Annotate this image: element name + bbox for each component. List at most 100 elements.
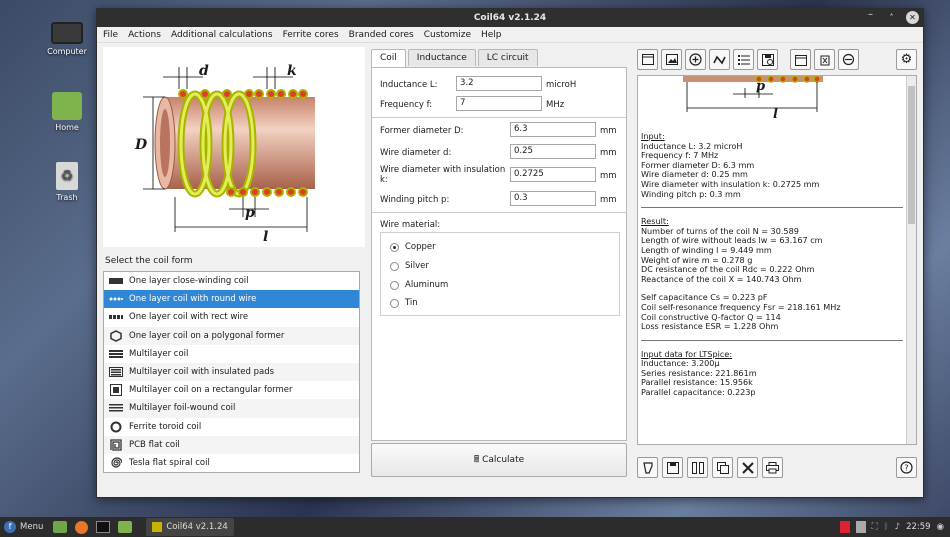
menu-branded-cores[interactable]: Branded cores bbox=[349, 30, 414, 40]
calculate-button[interactable]: 🖩 Calculate bbox=[371, 443, 627, 477]
taskbar: f Menu Coil64 v2.1.24 ⛶ ᛒ ♪ 22:59 ◉ bbox=[0, 517, 950, 537]
radio-tin[interactable]: Tin bbox=[390, 298, 418, 308]
scrollbar-thumb[interactable] bbox=[908, 86, 915, 224]
files-icon[interactable] bbox=[118, 521, 133, 533]
radio-aluminum[interactable]: Aluminum bbox=[390, 280, 448, 290]
clock[interactable]: 22:59 bbox=[906, 522, 931, 532]
frequency-label: Frequency f: bbox=[380, 100, 433, 110]
round-wire-icon bbox=[109, 294, 123, 305]
result-line: Winding pitch p: 0.3 mm bbox=[641, 188, 741, 199]
coil-form-item[interactable]: One layer coil with round wire bbox=[104, 290, 359, 309]
menubar: File Actions Additional calculations Fer… bbox=[97, 27, 923, 43]
inductance-label: Inductance L: bbox=[380, 80, 438, 90]
wire-insulation-input[interactable]: 0.2725 bbox=[510, 167, 596, 182]
calendar-icon[interactable] bbox=[790, 49, 811, 70]
tab-lc-circuit[interactable]: LC circuit bbox=[477, 49, 538, 66]
radio-dot bbox=[390, 280, 399, 290]
diagram-label-d: d bbox=[199, 63, 209, 79]
coil-form-item[interactable]: Multilayer foil-wound coil bbox=[104, 399, 359, 418]
radio-dot-checked bbox=[390, 242, 399, 252]
coil-form-item[interactable]: One layer coil on a polygonal former bbox=[104, 326, 359, 345]
former-diameter-label: Former diameter D: bbox=[380, 126, 464, 136]
coil-form-item[interactable]: One layer close-winding coil bbox=[104, 272, 359, 290]
menu-actions[interactable]: Actions bbox=[128, 30, 161, 40]
winding-pitch-unit: mm bbox=[600, 195, 617, 205]
desktop-icon-label: Trash bbox=[56, 193, 78, 202]
close-button[interactable]: ✕ bbox=[906, 11, 919, 24]
coil-form-item[interactable]: Multilayer coil on a rectangular former bbox=[104, 381, 359, 399]
window-icon[interactable] bbox=[637, 49, 658, 70]
help-icon[interactable]: ? bbox=[896, 457, 917, 478]
terminal-icon[interactable] bbox=[96, 521, 111, 533]
tab-inductance[interactable]: Inductance bbox=[407, 49, 476, 66]
save-icon[interactable] bbox=[662, 457, 683, 478]
list-icon[interactable] bbox=[733, 49, 754, 70]
save-settings-icon[interactable] bbox=[757, 49, 778, 70]
divider bbox=[641, 207, 903, 209]
coil-form-item[interactable]: Multilayer coil with insulated pads bbox=[104, 362, 359, 382]
result-output: p l Input: Inductance L: 3.2 microH Freq… bbox=[637, 75, 917, 445]
wire-diameter-input[interactable]: 0.25 bbox=[510, 144, 596, 159]
desktop-icon-label: Home bbox=[55, 123, 79, 132]
menu-ferrite-cores[interactable]: Ferrite cores bbox=[283, 30, 339, 40]
close-winding-icon bbox=[109, 276, 123, 287]
menu-customize[interactable]: Customize bbox=[424, 30, 471, 40]
radio-silver[interactable]: Silver bbox=[390, 261, 429, 271]
desktop-icon-home[interactable]: Home bbox=[37, 92, 97, 132]
gear-icon[interactable]: ⚙ bbox=[896, 49, 917, 70]
notification-icon[interactable]: ◉ bbox=[937, 522, 944, 532]
diagram-label-D: D bbox=[135, 137, 148, 153]
show-desktop-icon[interactable] bbox=[53, 521, 68, 533]
coil-form-item[interactable]: Ferrite toroid coil bbox=[104, 418, 359, 436]
winding-pitch-input[interactable]: 0.3 bbox=[510, 191, 596, 206]
menu-help[interactable]: Help bbox=[481, 30, 502, 40]
firefox-icon[interactable] bbox=[75, 520, 89, 534]
former-diameter-input[interactable]: 6.3 bbox=[510, 122, 596, 137]
radio-dot bbox=[390, 298, 399, 308]
coil-form-item[interactable]: Tesla flat spiral coil bbox=[104, 454, 359, 472]
clipboard-icon[interactable] bbox=[855, 521, 866, 533]
columns-icon[interactable] bbox=[687, 457, 708, 478]
taskbar-app-coil64[interactable]: Coil64 v2.1.24 bbox=[146, 518, 234, 536]
inductance-input[interactable]: 3.2 bbox=[456, 76, 542, 91]
desktop-icon-computer[interactable]: Computer bbox=[37, 22, 97, 56]
coil-form-item[interactable]: PCB flat coil bbox=[104, 435, 359, 454]
separator bbox=[372, 117, 626, 118]
coil-form-item[interactable]: One layer coil with rect wire bbox=[104, 308, 359, 326]
coil-form-label: Select the coil form bbox=[105, 256, 193, 266]
clear-icon[interactable] bbox=[737, 457, 758, 478]
result-pane: ⚙ p l Input: Inductance L: 3.2 microH Fr… bbox=[637, 49, 917, 489]
network-icon[interactable]: ⛶ bbox=[872, 522, 878, 532]
window-titlebar[interactable]: Coil64 v2.1.24 ‾ ˄ ✕ bbox=[97, 9, 923, 27]
inductance-unit: microH bbox=[546, 80, 577, 90]
left-pane: d k D p l Select the coil form One layer… bbox=[103, 47, 365, 487]
image-icon[interactable] bbox=[661, 49, 682, 70]
result-scrollbar[interactable] bbox=[906, 76, 916, 444]
menu-file[interactable]: File bbox=[103, 30, 118, 40]
frequency-input[interactable]: 7 bbox=[456, 96, 542, 111]
radio-copper[interactable]: Copper bbox=[390, 242, 436, 252]
volume-icon[interactable]: ♪ bbox=[895, 522, 900, 532]
desktop-icon-trash[interactable]: ♻ Trash bbox=[37, 162, 97, 202]
menu-additional-calculations[interactable]: Additional calculations bbox=[171, 30, 273, 40]
refresh-icon[interactable] bbox=[838, 49, 859, 70]
wire-diameter-unit: mm bbox=[600, 148, 617, 158]
insulated-pads-icon bbox=[109, 367, 123, 378]
open-icon[interactable] bbox=[637, 457, 658, 478]
start-menu-button[interactable]: f Menu bbox=[4, 521, 43, 533]
coil-form-list: One layer close-winding coil One layer c… bbox=[103, 271, 360, 474]
copy-icon[interactable] bbox=[712, 457, 733, 478]
result-line: Reactance of the coil X = 140.743 Ohm bbox=[641, 273, 802, 284]
update-icon[interactable] bbox=[839, 521, 850, 533]
minimize-button[interactable]: ‾ bbox=[864, 11, 877, 24]
maximize-button[interactable]: ˄ bbox=[885, 11, 898, 24]
coil-form-item[interactable]: Multilayer coil bbox=[104, 345, 359, 363]
divider bbox=[641, 339, 903, 341]
wire-diameter-label: Wire diameter d: bbox=[380, 148, 452, 158]
tab-coil[interactable]: Coil bbox=[371, 49, 406, 67]
delete-icon[interactable] bbox=[814, 49, 835, 70]
tune-icon[interactable] bbox=[709, 49, 730, 70]
add-icon[interactable] bbox=[685, 49, 706, 70]
bluetooth-icon[interactable]: ᛒ bbox=[884, 522, 889, 532]
print-icon[interactable] bbox=[762, 457, 783, 478]
